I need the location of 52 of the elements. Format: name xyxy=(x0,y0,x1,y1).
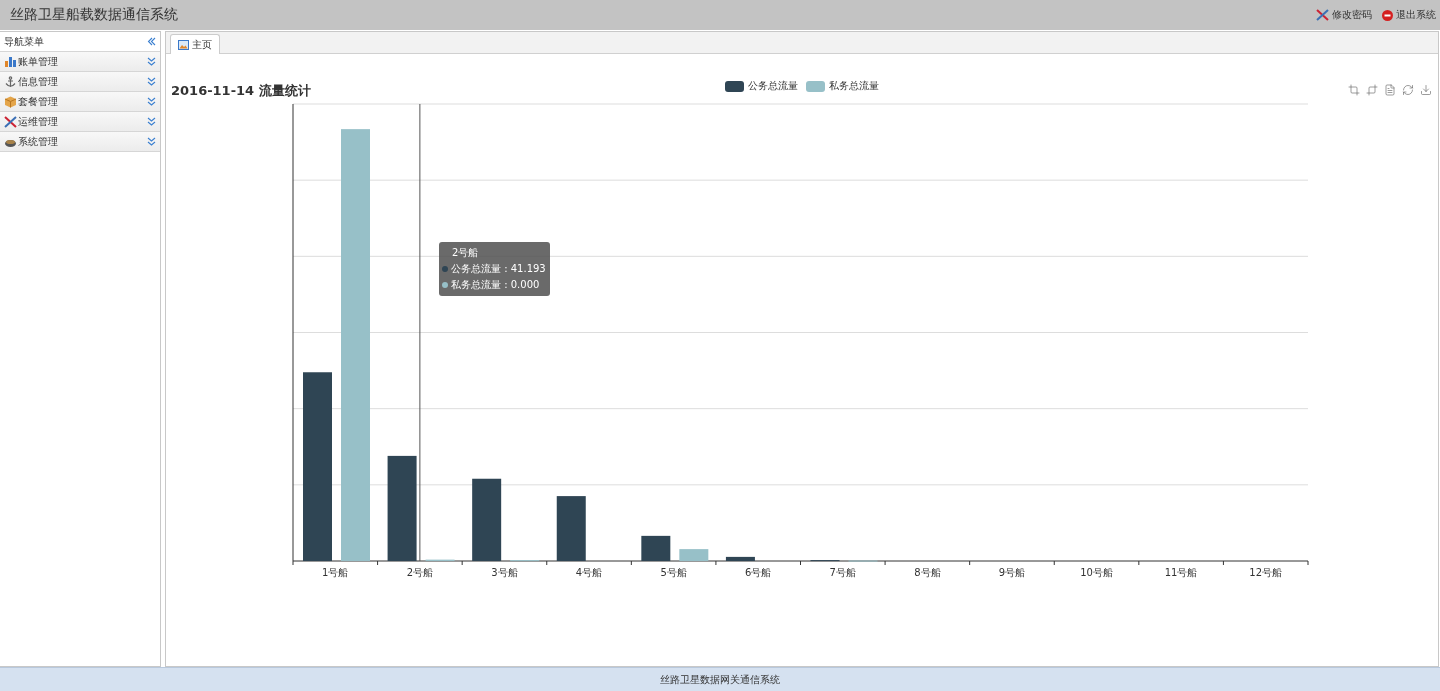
picture-icon xyxy=(178,39,189,50)
document-icon[interactable] xyxy=(1384,84,1396,96)
legend-item[interactable]: 公务总流量 xyxy=(724,79,798,93)
expand-icon[interactable] xyxy=(147,117,156,126)
axis-label: 1号船 xyxy=(322,567,349,578)
tooltip-row: 公务总流量 : 41.193 xyxy=(442,262,546,276)
expand-icon[interactable] xyxy=(147,57,156,66)
chart-bar[interactable] xyxy=(641,535,671,561)
axis-label: 9号船 xyxy=(998,567,1026,578)
axis-label: 8号船 xyxy=(914,567,941,578)
sidebar-item[interactable]: 运维管理 xyxy=(0,112,160,132)
crop-icon[interactable] xyxy=(1366,84,1378,96)
box-icon xyxy=(4,95,17,108)
axis-label: 11号船 xyxy=(1164,567,1198,578)
collapse-icon[interactable] xyxy=(147,37,156,46)
expand-icon[interactable] xyxy=(147,77,156,86)
chart-title: 2016-11-14 流量统计 xyxy=(171,82,312,100)
chart-bar[interactable] xyxy=(387,455,417,561)
tooltip-row: 私务总流量 : 0.000 xyxy=(442,278,546,292)
legend-item[interactable]: 私务总流量 xyxy=(805,79,879,93)
chart-bar[interactable] xyxy=(472,478,502,561)
chart-bar[interactable] xyxy=(725,556,755,561)
axis-label: 6号船 xyxy=(745,567,772,578)
sidebar-title: 导航菜单 xyxy=(4,34,44,49)
no-entry-icon xyxy=(1382,9,1393,21)
axis-label: 2号船 xyxy=(406,567,434,578)
axis-label: 4号船 xyxy=(575,567,603,578)
axis-label: 12号船 xyxy=(1249,567,1283,578)
header-link[interactable]: 修改密码 xyxy=(1316,8,1372,22)
sidebar-item[interactable]: 套餐管理 xyxy=(0,92,160,112)
sidebar-item[interactable]: 系统管理 xyxy=(0,132,160,152)
axis-label: 7号船 xyxy=(829,567,856,578)
crop-icon[interactable] xyxy=(1348,84,1360,96)
tab[interactable]: 主页 xyxy=(170,34,220,54)
sidebar-item[interactable]: 信息管理 xyxy=(0,72,160,92)
tools-icon xyxy=(1316,9,1329,21)
axis-label: 3号船 xyxy=(491,567,518,578)
refresh-icon[interactable] xyxy=(1402,84,1414,96)
download-icon[interactable] xyxy=(1420,84,1432,96)
expand-icon[interactable] xyxy=(147,137,156,146)
sidebar-item[interactable]: 账单管理 xyxy=(0,52,160,72)
axis-label: 5号船 xyxy=(660,567,687,578)
expand-icon[interactable] xyxy=(147,97,156,106)
bar-chart-icon xyxy=(4,55,17,68)
window-title: 丝路卫星船载数据通信系统 xyxy=(10,6,178,24)
status-bar: 丝路卫星数据网关通信系统 xyxy=(0,667,1440,691)
chart-bar[interactable] xyxy=(556,496,586,561)
header-link[interactable]: 退出系统 xyxy=(1382,8,1436,22)
anchor-icon xyxy=(4,75,17,88)
tools-icon xyxy=(4,115,17,128)
axis-label: 10号船 xyxy=(1080,567,1113,578)
tooltip-title: 2号船 xyxy=(451,246,480,260)
